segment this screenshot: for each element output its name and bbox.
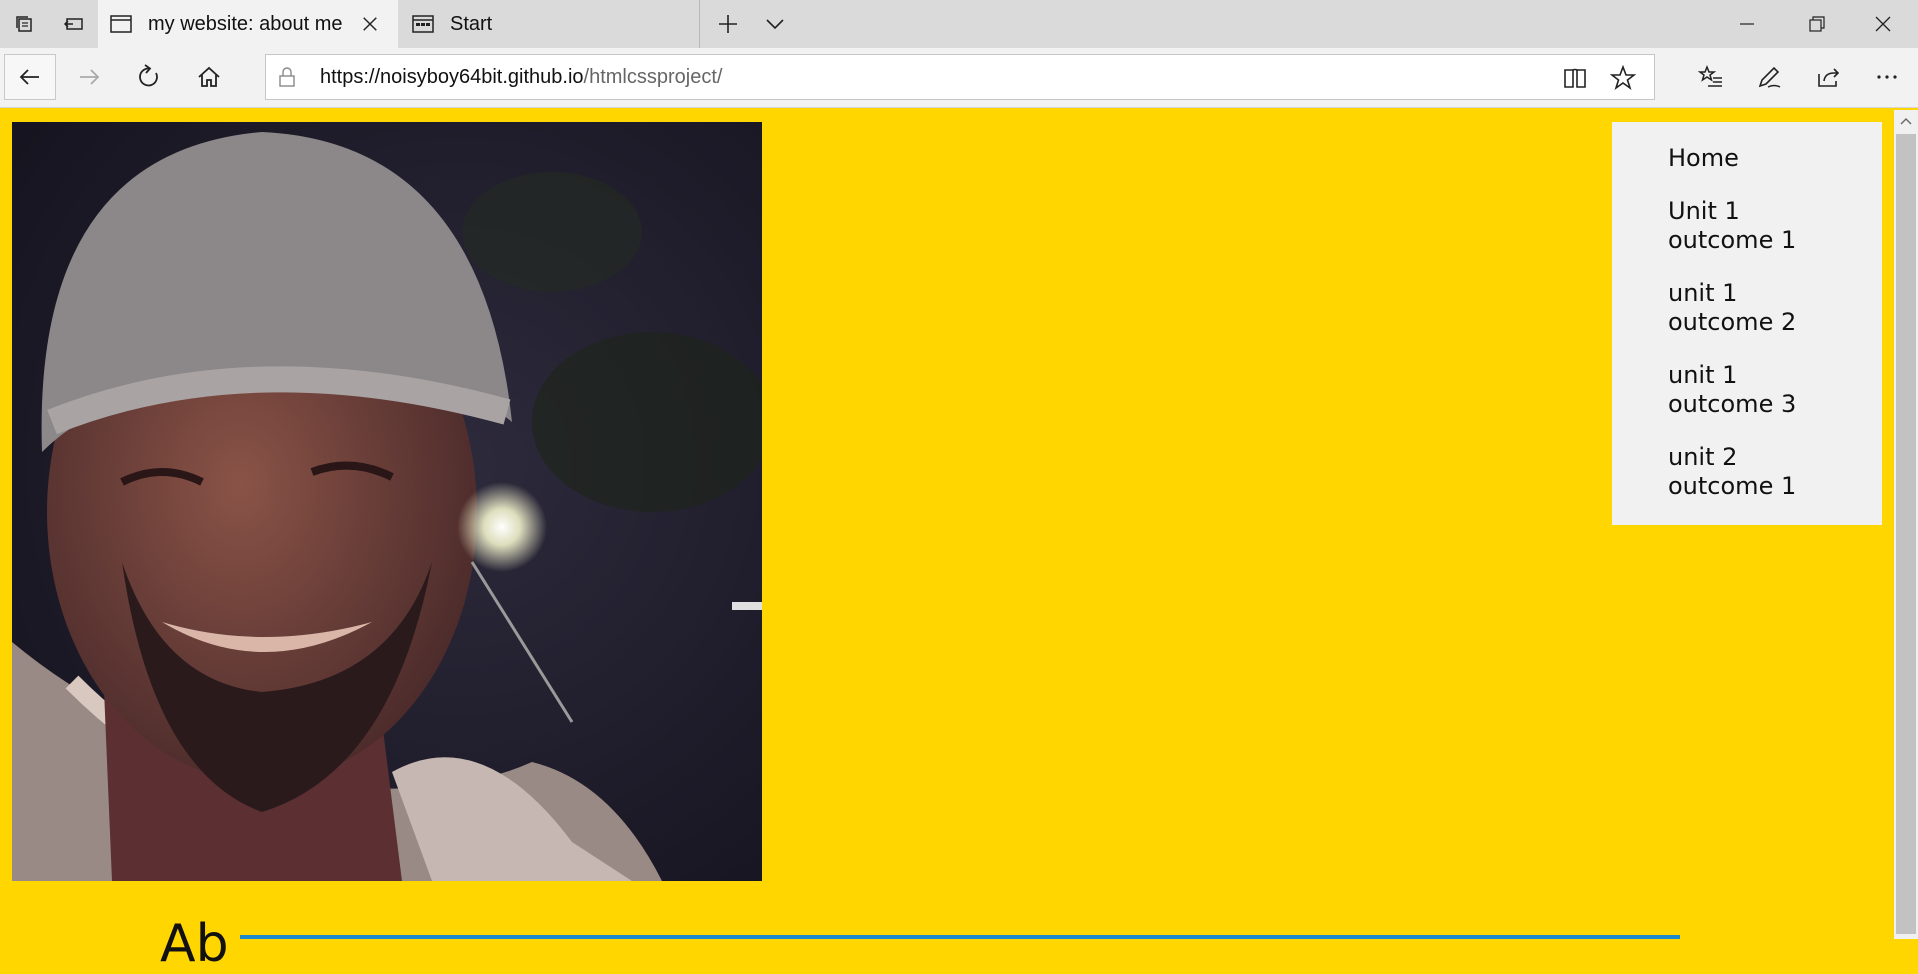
favorite-star-icon[interactable] <box>1610 65 1636 91</box>
share-icon[interactable] <box>1802 54 1856 100</box>
nav-link-unit1-outcome3[interactable]: unit 1 outcome 3 <box>1668 361 1818 419</box>
address-bar[interactable]: https://noisyboy64bit.github.io/htmlcssp… <box>265 54 1655 100</box>
url-text[interactable]: https://noisyboy64bit.github.io/htmlcssp… <box>320 55 722 99</box>
url-path: /htmlcssproject/ <box>583 66 723 88</box>
profile-photo <box>12 122 762 881</box>
about-heading: Ab <box>160 914 229 974</box>
close-icon[interactable] <box>358 12 382 36</box>
nav-link-unit1-outcome1[interactable]: Unit 1 outcome 1 <box>1668 197 1818 255</box>
back-icon[interactable] <box>4 54 56 100</box>
side-navigation: Home Unit 1 outcome 1 unit 1 outcome 2 u… <box>1612 122 1882 525</box>
favorites-hub-icon[interactable] <box>1684 54 1738 100</box>
scroll-up-icon[interactable] <box>1894 110 1918 132</box>
nav-link-unit1-outcome2[interactable]: unit 1 outcome 2 <box>1668 279 1818 337</box>
browser-nav-bar: https://noisyboy64bit.github.io/htmlcssp… <box>0 48 1918 108</box>
home-icon[interactable] <box>182 54 236 100</box>
more-icon[interactable] <box>1860 54 1914 100</box>
tab-my-website[interactable]: my website: about me <box>98 0 398 48</box>
reading-view-icon[interactable] <box>1562 65 1588 91</box>
new-tab-icon[interactable] <box>703 0 752 48</box>
tab-title: my website: about me <box>148 12 343 35</box>
browser-tab-bar: my website: about me Start <box>0 0 1918 48</box>
tab-actions-icon[interactable] <box>0 0 49 48</box>
tab-start[interactable]: Start <box>400 0 700 48</box>
tab-preview-icon[interactable] <box>750 0 799 48</box>
set-aside-tabs-icon[interactable] <box>49 0 98 48</box>
scrollbar-thumb[interactable] <box>1896 134 1916 934</box>
window-close-icon[interactable] <box>1848 0 1918 48</box>
nav-link-home[interactable]: Home <box>1668 144 1818 173</box>
web-note-icon[interactable] <box>1742 54 1796 100</box>
content-section-border <box>240 935 1680 939</box>
nav-link-unit2-outcome1[interactable]: unit 2 outcome 1 <box>1668 443 1818 501</box>
forward-icon[interactable] <box>62 54 116 100</box>
refresh-icon[interactable] <box>122 54 176 100</box>
restore-icon[interactable] <box>1782 0 1852 48</box>
lock-icon <box>279 67 295 87</box>
url-host: https://noisyboy64bit.github.io <box>320 66 584 88</box>
tab-title: Start <box>450 12 493 35</box>
page-icon <box>106 9 136 39</box>
page-scrollbar[interactable] <box>1894 110 1918 939</box>
start-page-icon <box>408 9 438 39</box>
minimize-icon[interactable] <box>1712 0 1782 48</box>
